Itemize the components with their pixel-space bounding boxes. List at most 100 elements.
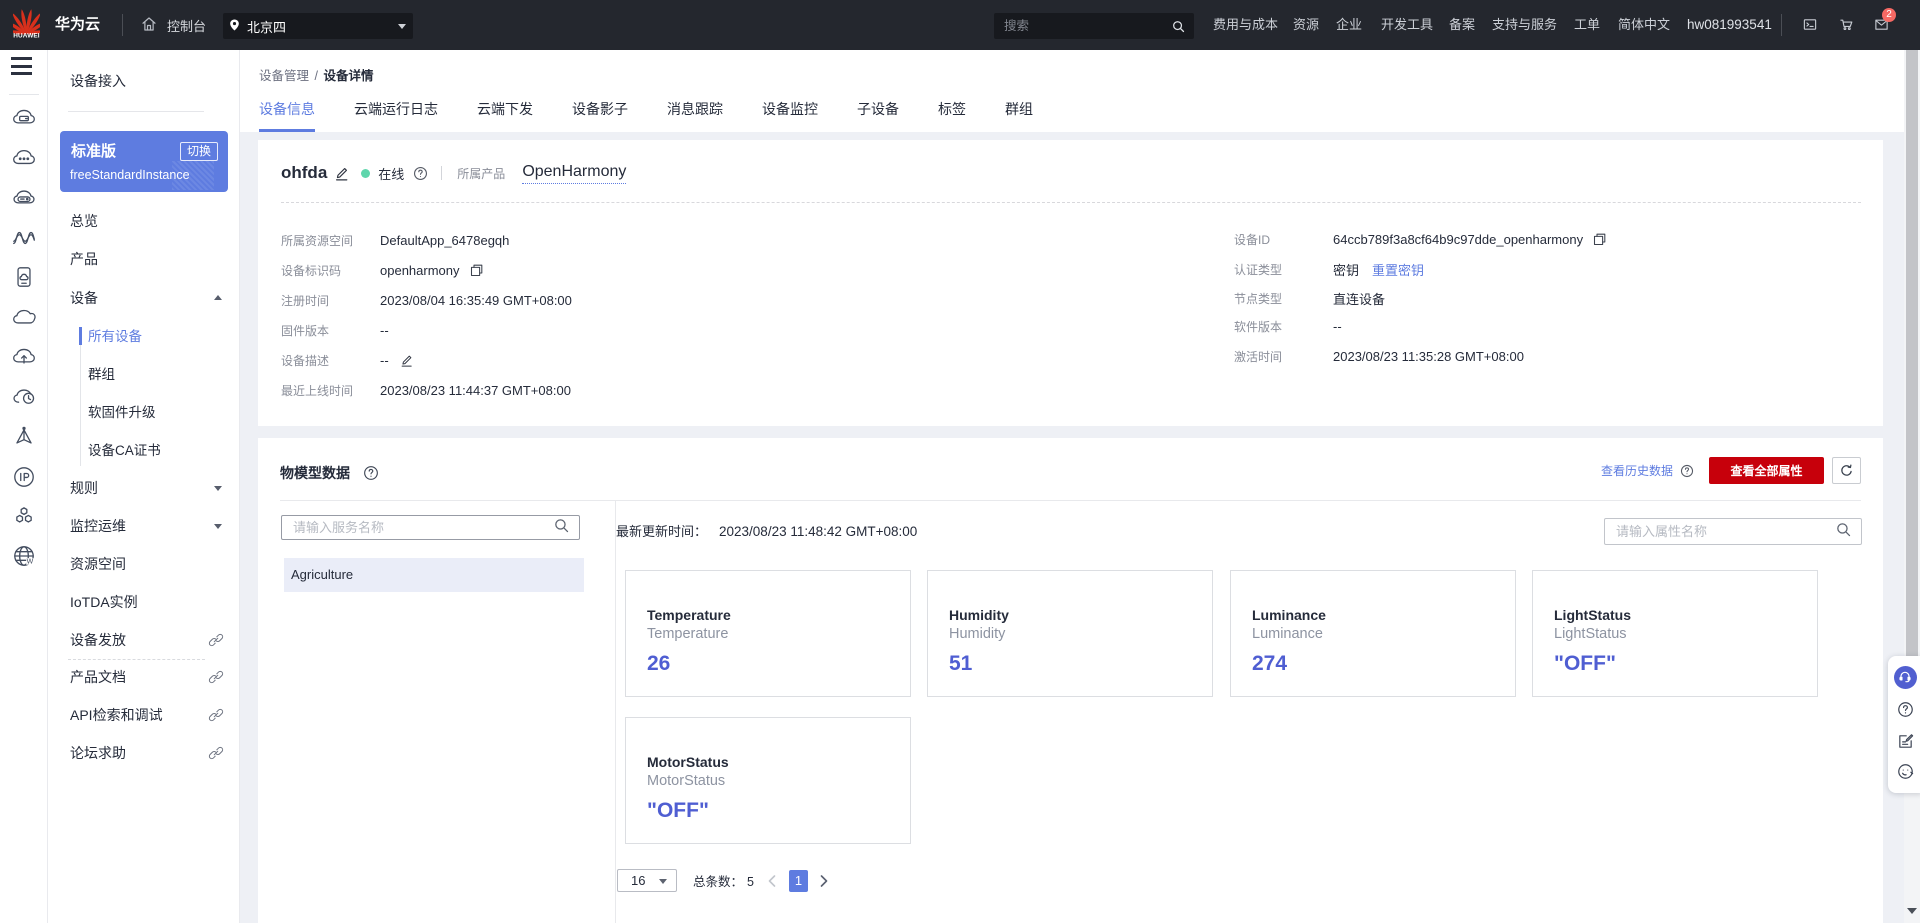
history-data-link[interactable]: 查看历史数据 (1601, 462, 1673, 479)
property-card-luminance[interactable]: Luminance Luminance 274 (1230, 570, 1516, 697)
breadcrumb-parent[interactable]: 设备管理 (259, 69, 309, 83)
topbar-search-input[interactable] (994, 19, 1159, 33)
tab-device-shadow[interactable]: 设备影子 (572, 99, 628, 132)
device-info-card: ohfda 在线 所属产品 OpenHarmony 所属资源空间 DefaultA… (258, 140, 1883, 426)
tab-device-info[interactable]: 设备信息 (259, 99, 315, 132)
product-label: 所属产品 (457, 166, 506, 181)
brand-name[interactable]: 华为云 (55, 0, 100, 50)
rail-ip-icon[interactable] (11, 464, 37, 490)
sidebar-item-devices[interactable]: 设备 (48, 279, 239, 317)
tab-device-monitoring[interactable]: 设备监控 (762, 99, 818, 132)
sidebar-item-iotda-instances[interactable]: IoTDA实例 (48, 583, 239, 621)
property-card-humidity[interactable]: Humidity Humidity 51 (927, 570, 1213, 697)
sidebar-item-monitoring[interactable]: 监控运维 (48, 507, 239, 545)
scrollbar-down-arrow[interactable] (1907, 908, 1917, 914)
instance-card[interactable]: 标准版 切换 freeStandardInstance (60, 131, 228, 192)
rail-cloud-dots-icon[interactable] (11, 145, 37, 171)
page-size-select[interactable]: 16 (617, 869, 677, 892)
huawei-logo[interactable]: HUAWEI (8, 7, 45, 45)
scrollbar-thumb[interactable] (1905, 50, 1918, 656)
sidebar-item-forum[interactable]: 论坛求助 (48, 734, 239, 772)
topbar-link-cost[interactable]: 费用与成本 (1213, 0, 1278, 50)
tab-cloud-delivery[interactable]: 云端下发 (477, 99, 533, 132)
topbar-link-language[interactable]: 简体中文 (1618, 0, 1670, 50)
pagination: 16 总条数： 5 1 (617, 869, 828, 892)
topbar-username[interactable]: hw081993541 (1687, 0, 1772, 50)
service-search-input[interactable] (282, 520, 579, 535)
copy-icon-2[interactable] (1592, 232, 1607, 247)
tab-child-devices[interactable]: 子设备 (857, 99, 899, 132)
support-headset-icon[interactable] (1893, 665, 1917, 689)
rail-cloud-upload-icon[interactable] (11, 344, 37, 370)
rail-cloud-clock-icon[interactable] (11, 384, 37, 410)
dashed-divider (281, 202, 1861, 203)
topbar-link-devtools[interactable]: 开发工具 (1381, 0, 1433, 50)
tab-bar: 设备信息 云端运行日志 云端下发 设备影子 消息跟踪 设备监控 子设备 标签 群… (259, 99, 1072, 132)
rail-beacon-icon[interactable] (11, 424, 37, 450)
sidebar-item-device-provisioning[interactable]: 设备发放 (48, 621, 239, 659)
current-page[interactable]: 1 (788, 869, 808, 892)
sidebar-item-rules[interactable]: 规则 (48, 469, 239, 507)
topbar-link-support[interactable]: 支持与服务 (1492, 0, 1557, 50)
reset-key-link[interactable]: 重置密钥 (1372, 260, 1424, 279)
sidebar-item-resource-spaces[interactable]: 资源空间 (48, 545, 239, 583)
mail-badge[interactable]: 2 (1882, 7, 1896, 22)
model-data-title: 物模型数据 (280, 465, 350, 481)
next-page-chevron[interactable] (820, 874, 828, 887)
attribute-search-icon[interactable] (1835, 521, 1852, 543)
topbar-link-enterprise[interactable]: 企业 (1336, 0, 1362, 50)
topbar-link-icp[interactable]: 备案 (1449, 0, 1475, 50)
sidebar-item-all-devices[interactable]: 所有设备 (48, 318, 239, 356)
console-terminal-icon[interactable] (1802, 17, 1818, 37)
tab-tags[interactable]: 标签 (938, 99, 966, 132)
sidebar-item-api-explorer[interactable]: API检索和调试 (48, 696, 239, 734)
service-item-agriculture[interactable]: Agriculture (284, 558, 584, 592)
rail-globe-icon[interactable]: W (11, 543, 37, 569)
tabstrip: 设备管理 / 设备详情 设备信息 云端运行日志 云端下发 设备影子 消息跟踪 设… (240, 50, 1904, 132)
sidebar-item-product-docs[interactable]: 产品文档 (48, 658, 239, 696)
topbar-link-ticket[interactable]: 工单 (1574, 0, 1600, 50)
model-help-icon[interactable] (363, 465, 379, 481)
view-all-properties-button[interactable]: 查看全部属性 (1709, 457, 1824, 484)
edit-description-icon[interactable] (399, 353, 414, 368)
rail-ecs-icon[interactable] (11, 105, 37, 131)
rail-device-icon[interactable] (11, 264, 37, 290)
status-help-icon[interactable] (413, 166, 428, 181)
breadcrumb-separator: / (314, 69, 318, 83)
rail-divider (9, 94, 39, 95)
sidebar-item-groups[interactable]: 群组 (48, 356, 239, 394)
smiley-icon[interactable] (1893, 759, 1917, 783)
property-card-temperature[interactable]: Temperature Temperature 26 (625, 570, 911, 697)
search-icon[interactable] (1171, 19, 1186, 39)
edit-device-name-icon[interactable] (333, 165, 350, 182)
feedback-icon[interactable] (1893, 729, 1917, 753)
rail-cloud-icon[interactable] (11, 304, 37, 330)
service-search-icon[interactable] (553, 517, 570, 539)
tab-message-trace[interactable]: 消息跟踪 (667, 99, 723, 132)
help-icon[interactable] (1893, 697, 1917, 721)
model-header-divider (280, 500, 1861, 501)
sidebar-item-products[interactable]: 产品 (48, 240, 239, 278)
history-help-icon[interactable] (1680, 464, 1694, 478)
menu-hamburger-icon[interactable] (11, 57, 32, 80)
topbar-link-resources[interactable]: 资源 (1293, 0, 1319, 50)
property-card-lightstatus[interactable]: LightStatus LightStatus "OFF" (1532, 570, 1818, 697)
property-card-motorstatus[interactable]: MotorStatus MotorStatus "OFF" (625, 717, 911, 844)
rail-waves-icon[interactable] (11, 225, 37, 251)
sidebar-item-overview[interactable]: 总览 (48, 202, 239, 240)
copy-icon[interactable] (469, 263, 484, 278)
tab-cloud-run-logs[interactable]: 云端运行日志 (354, 99, 438, 132)
rail-cloud-server-icon[interactable] (11, 185, 37, 211)
attribute-search-input[interactable] (1605, 524, 1861, 539)
rail-cluster-icon[interactable] (11, 503, 37, 529)
prev-page-chevron[interactable] (768, 874, 776, 887)
sidebar-item-firmware-upgrade[interactable]: 软固件升级 (48, 394, 239, 432)
console-home[interactable]: 控制台 (140, 0, 206, 50)
product-link[interactable]: OpenHarmony (522, 163, 627, 184)
instance-switch-button[interactable]: 切换 (179, 142, 218, 161)
region-selector[interactable]: 北京四 (223, 13, 413, 39)
tab-groups[interactable]: 群组 (1005, 99, 1033, 132)
sidebar-item-device-ca[interactable]: 设备CA证书 (48, 432, 239, 470)
cart-icon[interactable] (1838, 17, 1855, 37)
refresh-button[interactable] (1832, 457, 1861, 484)
